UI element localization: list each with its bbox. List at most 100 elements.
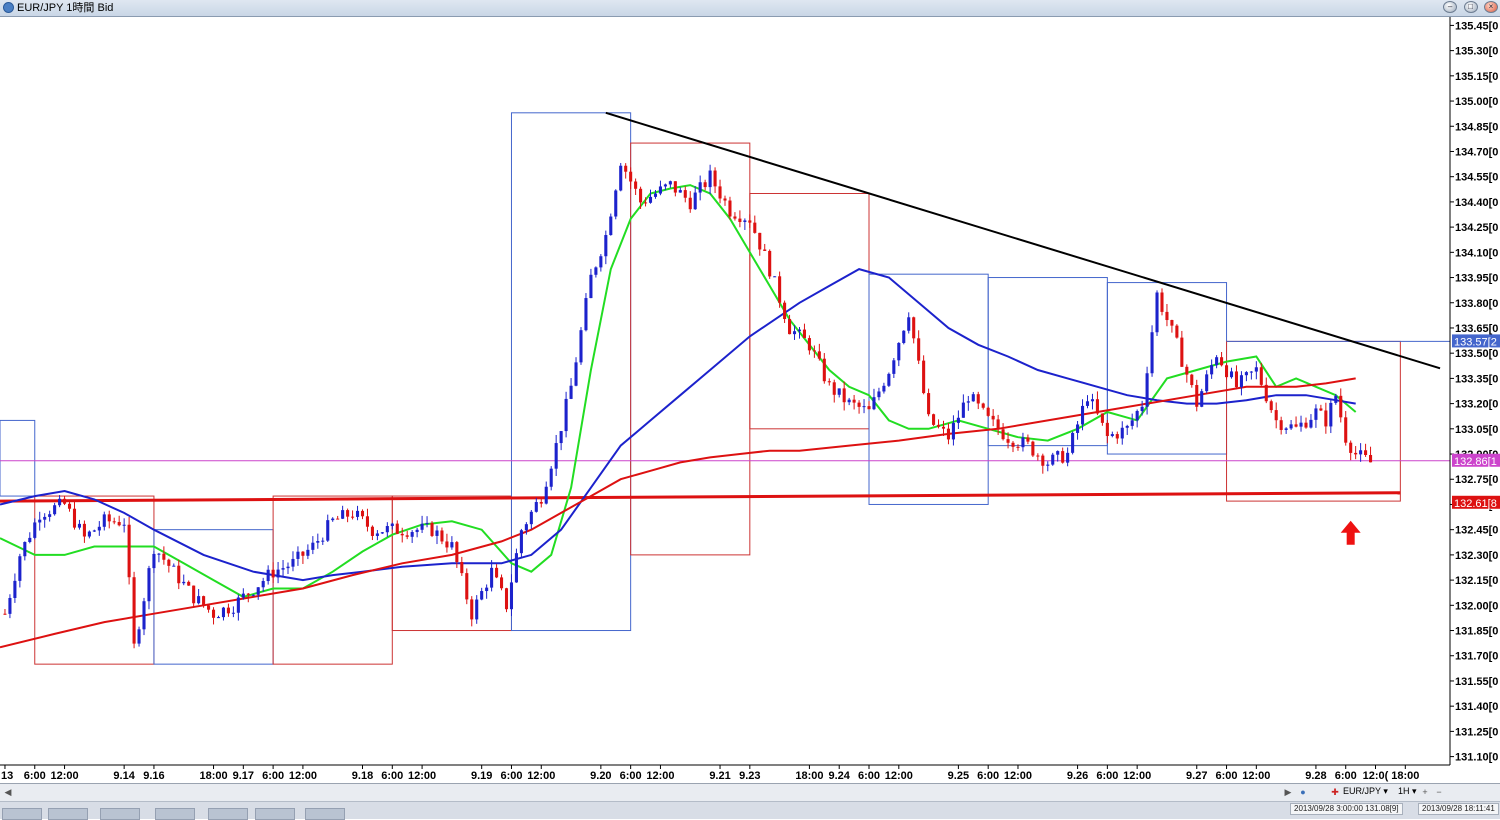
candle-body — [1200, 391, 1204, 407]
candle-body — [311, 542, 315, 550]
candle-body — [351, 516, 355, 518]
candle-body — [822, 358, 826, 382]
taskbar-item[interactable] — [305, 808, 345, 820]
x-tick-label: 12:00 — [408, 770, 436, 782]
candle-body — [157, 553, 161, 555]
candle-body — [1145, 373, 1149, 407]
candle-body — [936, 424, 941, 427]
candle-body — [152, 553, 156, 569]
price-axis: 135.45[0 135.30[0 135.15[0 135.00[0 134.85[0… — [1449, 17, 1500, 783]
candle-body — [996, 419, 1000, 430]
candle-body — [912, 317, 916, 339]
candle-body — [197, 596, 201, 604]
candle-body — [1135, 411, 1139, 421]
taskbar-item[interactable] — [2, 808, 42, 820]
candle-body — [380, 532, 384, 534]
candle-body — [946, 428, 950, 440]
candle-body — [336, 518, 340, 520]
candle-body — [1279, 420, 1283, 430]
candle-body — [748, 220, 752, 223]
y-tick-label: 135.45[0 — [1455, 20, 1498, 32]
candle-body — [355, 510, 360, 517]
price-marker-label: 132.86[1 — [1454, 456, 1497, 468]
candle-body — [797, 329, 802, 332]
candle-body — [112, 521, 116, 523]
y-tick-label: 131.85[0 — [1455, 626, 1498, 638]
maximize-icon[interactable]: □ — [1463, 1, 1478, 13]
candle-body — [783, 302, 787, 320]
candle-body — [504, 588, 509, 610]
candle-body — [827, 381, 831, 383]
candle-body — [1294, 424, 1298, 427]
x-tick-label: 9.23 — [739, 770, 760, 782]
candle-body — [683, 190, 687, 198]
candle-body — [1180, 337, 1184, 367]
price-chart[interactable]: 135.45[0 135.30[0 135.15[0 135.00[0 134.85[0… — [0, 17, 1500, 783]
candle-body — [122, 524, 126, 526]
candle-body — [490, 567, 494, 588]
taskbar-item[interactable] — [48, 808, 88, 820]
close-icon[interactable]: × — [1484, 1, 1498, 13]
candle-body — [758, 232, 762, 250]
taskbar-item[interactable] — [208, 808, 248, 820]
candle-body — [216, 617, 221, 619]
candle-body — [1264, 384, 1268, 402]
candle-body — [365, 516, 370, 527]
candle-body — [306, 549, 310, 556]
timeframe-select[interactable]: 1H ▾ — [1398, 786, 1417, 797]
x-tick-label: 9.21 — [709, 770, 730, 782]
candle-body — [763, 249, 767, 251]
taskbar-item[interactable] — [100, 808, 140, 820]
candle-body — [1110, 434, 1114, 437]
x-tick-label: 12:00 — [50, 770, 78, 782]
candle-body — [837, 388, 841, 395]
scroll-right-icon[interactable]: ▶ — [1283, 787, 1293, 797]
x-tick-label: 6:00 — [24, 770, 46, 782]
candle-body — [370, 526, 374, 536]
candle-body — [882, 385, 886, 392]
price-marker-label: 132.61[8 — [1454, 498, 1497, 510]
candle-body — [271, 569, 275, 578]
candle-body — [13, 580, 17, 598]
zoom-out-icon[interactable]: − — [1434, 787, 1444, 797]
taskbar-item[interactable] — [155, 808, 195, 820]
candle-body — [127, 524, 131, 578]
symbol-select[interactable]: EUR/JPY ▾ — [1343, 786, 1388, 797]
candle-body — [1239, 375, 1243, 388]
candle-body — [425, 522, 429, 524]
y-tick-label: 134.70[0 — [1455, 146, 1498, 158]
x-tick-label: 12:0( — [1363, 770, 1389, 782]
candle-body — [440, 530, 444, 542]
x-tick-label: 9.20 — [590, 770, 611, 782]
candle-body — [256, 587, 260, 595]
candle-body — [87, 531, 91, 537]
candle-body — [713, 170, 717, 187]
globe-icon[interactable]: ● — [1298, 787, 1308, 797]
candle-body — [951, 422, 955, 440]
x-tick-label: 18:00 — [795, 770, 823, 782]
zoom-in-icon[interactable]: + — [1420, 787, 1430, 797]
y-tick-label: 134.40[0 — [1455, 197, 1498, 209]
candle-body — [887, 373, 891, 386]
candle-body — [450, 542, 454, 548]
candle-body — [67, 503, 72, 509]
candle-body — [514, 553, 518, 583]
candle-body — [773, 276, 777, 278]
candle-body — [1021, 437, 1025, 448]
x-tick-label: 6:00 — [620, 770, 642, 782]
candle-body — [549, 468, 553, 487]
scroll-left-icon[interactable]: ◀ — [3, 787, 13, 797]
minimize-icon[interactable]: – — [1443, 1, 1458, 13]
x-tick-label: 9.24 — [829, 770, 851, 782]
taskbar-item[interactable] — [255, 808, 295, 820]
crosshair-icon[interactable]: ✚ — [1330, 787, 1340, 797]
candle-body — [847, 399, 851, 403]
candle-body — [475, 599, 479, 620]
candle-body — [991, 415, 995, 420]
candle-body — [1031, 441, 1035, 456]
candle-body — [604, 235, 608, 257]
horizontal-scrollbar[interactable]: ◀ ▶ ● EUR/JPY ▾ 1H ▾ + − ✚ — [0, 784, 1500, 802]
candle-body — [663, 184, 667, 187]
candle-body — [614, 190, 618, 217]
candle-body — [559, 431, 563, 444]
